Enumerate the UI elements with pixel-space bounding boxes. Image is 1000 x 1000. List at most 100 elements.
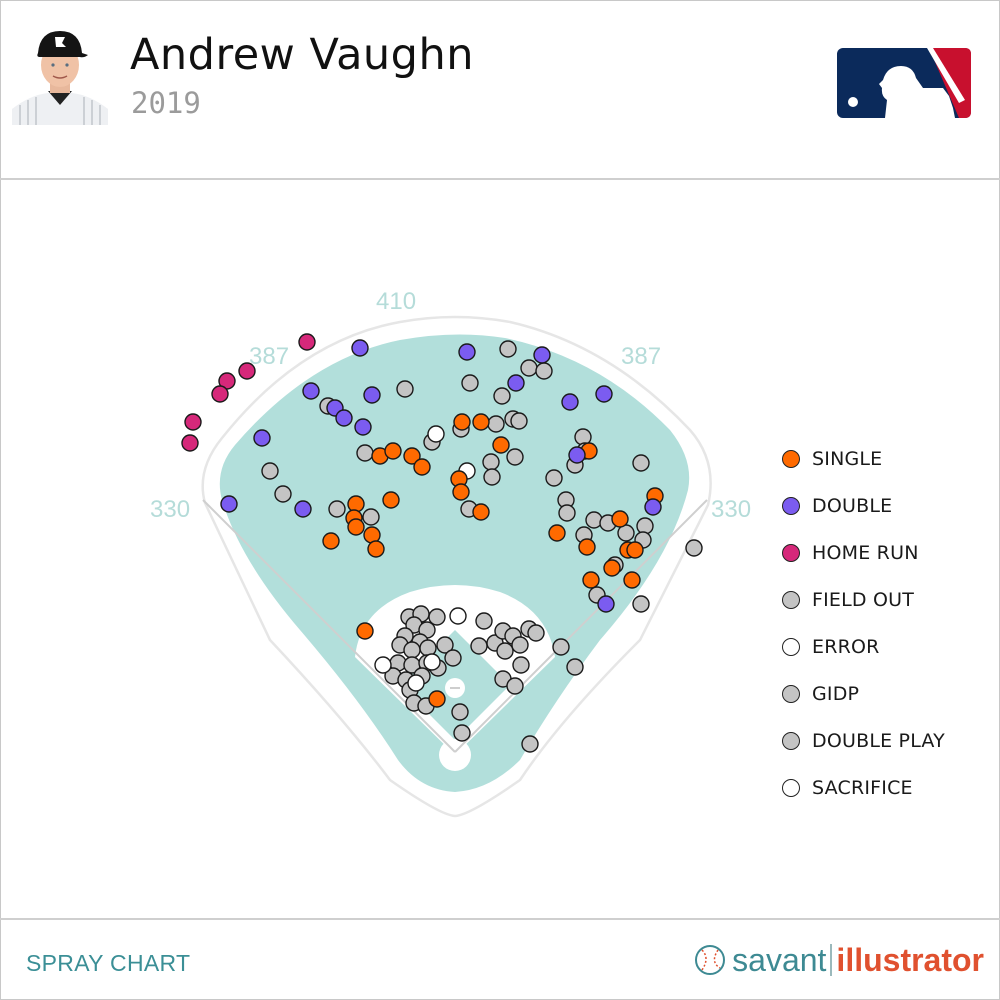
hit-point-field-out[interactable] [632, 595, 650, 613]
legend-item-double[interactable]: DOUBLE [782, 482, 945, 529]
hit-point-home-run[interactable] [238, 362, 256, 380]
hit-point-home-run[interactable] [184, 413, 202, 431]
hit-point-field-out[interactable] [527, 624, 545, 642]
hit-point-field-out[interactable] [461, 374, 479, 392]
hit-point-double[interactable] [363, 386, 381, 404]
hit-point-single[interactable] [428, 690, 446, 708]
hit-point-sacrifice[interactable] [374, 656, 392, 674]
hit-point-sacrifice[interactable] [407, 674, 425, 692]
legend-item-error[interactable]: ERROR [782, 623, 945, 670]
hit-point-field-out[interactable] [403, 641, 421, 659]
hit-point-single[interactable] [382, 491, 400, 509]
hit-point-single[interactable] [626, 541, 644, 559]
hit-point-error[interactable] [423, 653, 441, 671]
hit-point-single[interactable] [578, 538, 596, 556]
hit-point-field-out[interactable] [274, 485, 292, 503]
legend-item-gidp[interactable]: GIDP [782, 670, 945, 717]
hit-point-field-out[interactable] [362, 508, 380, 526]
hit-point-field-out[interactable] [552, 638, 570, 656]
hit-point-double[interactable] [507, 374, 525, 392]
hit-point-field-out[interactable] [470, 637, 488, 655]
hit-point-field-out[interactable] [510, 412, 528, 430]
hit-point-field-out[interactable] [499, 340, 517, 358]
legend-swatch-icon [782, 449, 800, 468]
hit-point-field-out[interactable] [512, 656, 530, 674]
hit-point-error[interactable] [427, 425, 445, 443]
hit-point-double[interactable] [294, 500, 312, 518]
hit-point-field-out[interactable] [558, 504, 576, 522]
hit-point-field-out[interactable] [444, 649, 462, 667]
legend-label: DOUBLE [812, 494, 893, 517]
hit-point-double[interactable] [253, 429, 271, 447]
hit-point-field-out[interactable] [511, 636, 529, 654]
hit-point-field-out[interactable] [261, 462, 279, 480]
hit-point-field-out[interactable] [585, 511, 603, 529]
hit-point-home-run[interactable] [298, 333, 316, 351]
hit-point-field-out[interactable] [545, 469, 563, 487]
hit-point-single[interactable] [548, 524, 566, 542]
hit-point-field-out[interactable] [451, 703, 469, 721]
legend-swatch-icon [782, 731, 800, 750]
hit-point-single[interactable] [603, 559, 621, 577]
hit-point-field-out[interactable] [566, 658, 584, 676]
hit-point-field-out[interactable] [685, 539, 703, 557]
baseball-icon [695, 945, 726, 975]
hit-point-field-out[interactable] [521, 735, 539, 753]
hit-point-single[interactable] [384, 442, 402, 460]
hit-point-single[interactable] [413, 458, 431, 476]
hit-point-field-out[interactable] [356, 444, 374, 462]
hit-point-home-run[interactable] [211, 385, 229, 403]
hit-point-field-out[interactable] [487, 415, 505, 433]
legend-swatch-icon [782, 590, 800, 609]
hit-point-field-out[interactable] [506, 677, 524, 695]
hit-point-double[interactable] [458, 343, 476, 361]
hit-point-single[interactable] [347, 518, 365, 536]
legend-item-home-run[interactable]: HOME RUN [782, 529, 945, 576]
legend-item-single[interactable]: SINGLE [782, 435, 945, 482]
hit-point-double[interactable] [595, 385, 613, 403]
hit-point-single[interactable] [356, 622, 374, 640]
hit-point-single[interactable] [453, 413, 471, 431]
hit-point-field-out[interactable] [453, 724, 471, 742]
hit-point-field-out[interactable] [482, 453, 500, 471]
hit-point-single[interactable] [472, 503, 490, 521]
hit-point-single[interactable] [322, 532, 340, 550]
hit-point-double[interactable] [351, 339, 369, 357]
hit-point-single[interactable] [492, 436, 510, 454]
chart-legend: SINGLE DOUBLE HOME RUN FIELD OUT ERROR GIDP DO… [782, 435, 945, 811]
hit-point-double[interactable] [533, 346, 551, 364]
hit-point-sacrifice[interactable] [449, 607, 467, 625]
legend-item-field-out[interactable]: FIELD OUT [782, 576, 945, 623]
distance-label-right-foul: 330 [711, 496, 751, 523]
chart-type-label: SPRAY CHART [26, 950, 191, 976]
legend-item-double-play[interactable]: DOUBLE PLAY [782, 717, 945, 764]
legend-item-sacrifice[interactable]: SACRIFICE [782, 764, 945, 811]
hit-point-field-out[interactable] [493, 387, 511, 405]
hit-point-field-out[interactable] [328, 500, 346, 518]
savant-illustrator-brand[interactable]: savant illustrator [694, 940, 984, 980]
hit-point-single[interactable] [472, 413, 490, 431]
hit-point-home-run[interactable] [181, 434, 199, 452]
hit-point-double[interactable] [354, 418, 372, 436]
hit-point-double[interactable] [597, 595, 615, 613]
legend-label: DOUBLE PLAY [812, 729, 945, 752]
hit-point-double[interactable] [644, 498, 662, 516]
hit-point-field-out[interactable] [396, 380, 414, 398]
hit-point-single[interactable] [623, 571, 641, 589]
hit-point-field-out[interactable] [520, 359, 538, 377]
hit-point-field-out[interactable] [475, 612, 493, 630]
hit-point-single[interactable] [367, 540, 385, 558]
hit-point-double[interactable] [568, 446, 586, 464]
hit-point-field-out[interactable] [632, 454, 650, 472]
hit-point-field-out[interactable] [535, 362, 553, 380]
hit-point-field-out[interactable] [483, 468, 501, 486]
hit-point-double[interactable] [220, 495, 238, 513]
hit-point-single[interactable] [452, 483, 470, 501]
hit-point-double[interactable] [561, 393, 579, 411]
hit-point-field-out[interactable] [506, 448, 524, 466]
hit-point-double[interactable] [302, 382, 320, 400]
hit-point-double[interactable] [335, 409, 353, 427]
hit-point-field-out[interactable] [496, 642, 514, 660]
hit-point-single[interactable] [582, 571, 600, 589]
hit-point-single[interactable] [611, 510, 629, 528]
